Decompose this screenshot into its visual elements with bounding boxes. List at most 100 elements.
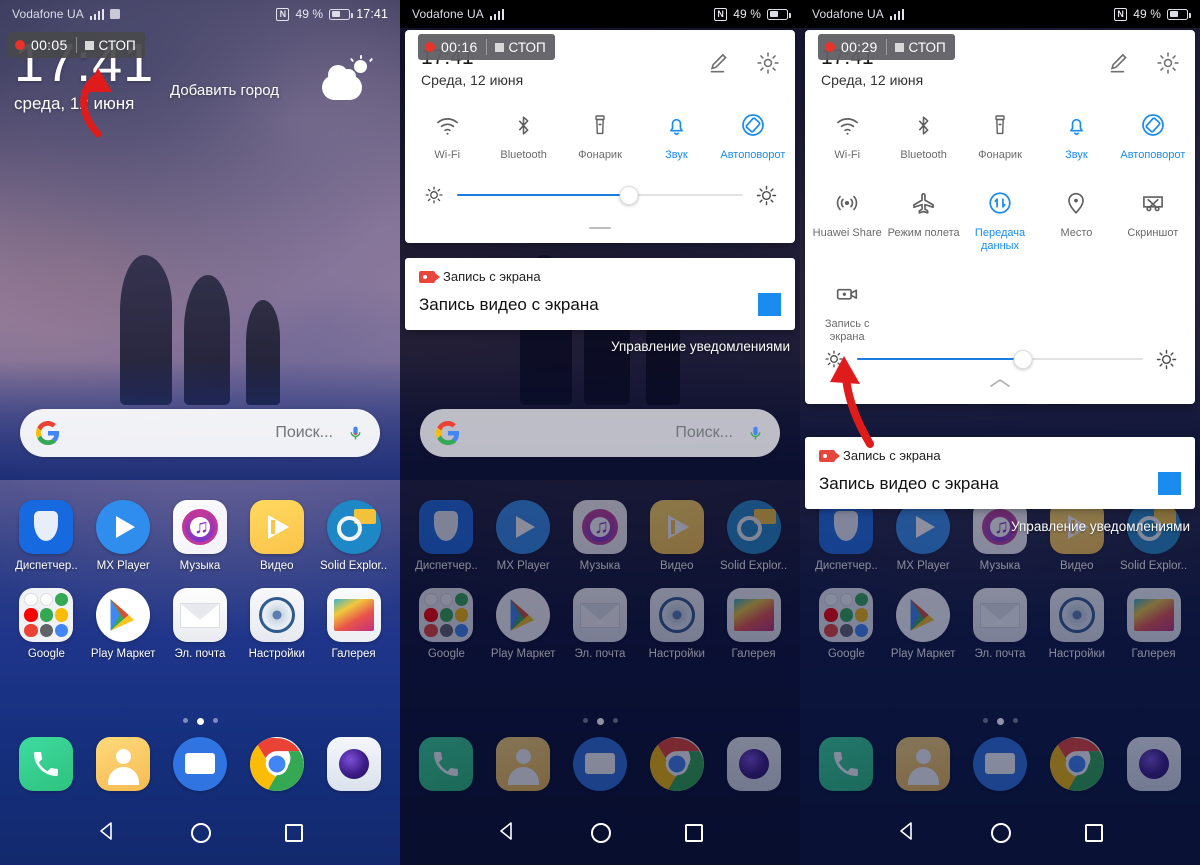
qs-tile-bluetooth[interactable]: Bluetooth: [485, 104, 561, 168]
app-item[interactable]: Видео: [243, 500, 311, 572]
pencil-edit-icon[interactable]: [705, 50, 731, 76]
app-item[interactable]: Google: [412, 588, 480, 660]
contacts-icon[interactable]: [896, 737, 951, 791]
qs-tile-location[interactable]: Место: [1038, 182, 1114, 259]
app-item[interactable]: Диспетчер..: [812, 500, 880, 572]
recents-square-icon[interactable]: [285, 824, 303, 842]
google-search-bar[interactable]: Поиск...: [420, 409, 780, 457]
home-circle-icon[interactable]: [591, 823, 611, 843]
phone-icon[interactable]: [419, 737, 474, 791]
app-item[interactable]: Диспетчер..: [12, 500, 80, 572]
app-label: Видео: [259, 560, 294, 572]
recording-badge[interactable]: 00:16 СТОП: [418, 34, 555, 60]
messages-icon[interactable]: [172, 737, 227, 791]
recording-badge[interactable]: 00:29 СТОП: [818, 34, 955, 60]
app-item[interactable]: Настройки: [643, 588, 711, 660]
app-item[interactable]: Галерея: [1120, 588, 1188, 660]
notification-title: Запись видео с экрана: [419, 294, 599, 314]
chrome-icon[interactable]: [249, 737, 304, 791]
stop-square-icon: [84, 40, 94, 50]
app-item[interactable]: Эл. почта: [166, 588, 234, 660]
panel-home: Vodafone UA 49 % 17:41 17:41 среда, 12 и…: [0, 0, 400, 865]
phone-icon[interactable]: [19, 737, 74, 791]
home-circle-icon[interactable]: [991, 823, 1011, 843]
app-item[interactable]: Видео: [1043, 500, 1111, 572]
camera-icon[interactable]: [326, 737, 381, 791]
app-item[interactable]: Настройки: [243, 588, 311, 660]
dock: [800, 737, 1200, 791]
app-item[interactable]: Google: [12, 588, 80, 660]
recents-square-icon[interactable]: [685, 824, 703, 842]
qs-tile-wifi[interactable]: Wi-Fi: [809, 104, 885, 168]
manage-notifications-link[interactable]: Управление уведомлениями: [611, 339, 790, 354]
recents-square-icon[interactable]: [1085, 824, 1103, 842]
app-item[interactable]: ♫ Музыка: [966, 500, 1034, 572]
phone-icon[interactable]: [819, 737, 874, 791]
recording-badge[interactable]: 00:05 СТОП: [8, 32, 145, 58]
app-item[interactable]: Диспетчер..: [412, 500, 480, 572]
microphone-icon[interactable]: [347, 421, 364, 445]
app-item[interactable]: MX Player: [489, 500, 557, 572]
app-item[interactable]: ♫ Музыка: [166, 500, 234, 572]
app-label: Настройки: [1048, 648, 1105, 660]
gear-icon[interactable]: [1155, 50, 1181, 76]
app-item[interactable]: Эл. почта: [566, 588, 634, 660]
qs-tile-wifi[interactable]: Wi-Fi: [409, 104, 485, 168]
brightness-slider[interactable]: [457, 185, 743, 205]
app-item[interactable]: Google: [812, 588, 880, 660]
back-triangle-icon[interactable]: [497, 821, 517, 846]
app-item[interactable]: Галерея: [320, 588, 388, 660]
app-item[interactable]: MX Player: [89, 500, 157, 572]
app-item[interactable]: Solid Explor..: [720, 500, 788, 572]
chrome-icon[interactable]: [1049, 737, 1104, 791]
app-item[interactable]: Видео: [643, 500, 711, 572]
camera-icon[interactable]: [1126, 737, 1181, 791]
qs-tile-airplane[interactable]: Режим полета: [885, 182, 961, 259]
qs-tile-sound[interactable]: Звук: [1038, 104, 1114, 168]
camera-icon[interactable]: [726, 737, 781, 791]
app-item[interactable]: Play Маркет: [889, 588, 957, 660]
app-item[interactable]: ♫ Музыка: [566, 500, 634, 572]
notification-card[interactable]: Запись с экрана Запись видео с экрана: [405, 258, 795, 330]
qs-tile-sound[interactable]: Звук: [638, 104, 714, 168]
brightness-slider[interactable]: [857, 349, 1143, 369]
app-item[interactable]: Solid Explor..: [320, 500, 388, 572]
app-item[interactable]: Play Маркет: [489, 588, 557, 660]
add-city-label[interactable]: Добавить город: [170, 82, 279, 99]
messages-icon[interactable]: [972, 737, 1027, 791]
gallery-icon: [1126, 588, 1181, 642]
contacts-icon[interactable]: [496, 737, 551, 791]
messages-icon[interactable]: [572, 737, 627, 791]
manage-notifications-link[interactable]: Управление уведомлениями: [1011, 519, 1190, 534]
app-item[interactable]: Галерея: [720, 588, 788, 660]
microphone-icon[interactable]: [747, 421, 764, 445]
collapse-panel-button[interactable]: [805, 374, 1195, 404]
qs-tile-screenshot[interactable]: Скриншот: [1115, 182, 1191, 259]
qs-tile-flashlight[interactable]: Фонарик: [962, 104, 1038, 168]
google-search-bar[interactable]: Поиск...: [20, 409, 380, 457]
stop-label: СТОП: [98, 37, 136, 53]
back-triangle-icon[interactable]: [897, 821, 917, 846]
gear-icon[interactable]: [755, 50, 781, 76]
qs-tile-bluetooth[interactable]: Bluetooth: [885, 104, 961, 168]
stop-square-button[interactable]: [758, 293, 781, 316]
back-triangle-icon[interactable]: [97, 821, 117, 846]
qs-tile-auto-rotate[interactable]: Автоповорот: [1115, 104, 1191, 168]
panel-drag-handle[interactable]: [405, 210, 795, 243]
pencil-edit-icon[interactable]: [1105, 50, 1131, 76]
qs-tile-flashlight[interactable]: Фонарик: [562, 104, 638, 168]
app-item[interactable]: Настройки: [1043, 588, 1111, 660]
qs-tile-screen-record[interactable]: Запись с экрана: [809, 273, 885, 350]
app-item[interactable]: Solid Explor..: [1120, 500, 1188, 572]
qs-tile-data-transfer[interactable]: Передача данных: [962, 182, 1038, 259]
contacts-icon[interactable]: [96, 737, 151, 791]
chrome-icon[interactable]: [649, 737, 704, 791]
home-circle-icon[interactable]: [191, 823, 211, 843]
app-item[interactable]: Play Маркет: [89, 588, 157, 660]
app-item[interactable]: MX Player: [889, 500, 957, 572]
app-item[interactable]: Эл. почта: [966, 588, 1034, 660]
stop-square-button[interactable]: [1158, 472, 1181, 495]
notification-card[interactable]: Запись с экрана Запись видео с экрана: [805, 437, 1195, 509]
qs-tile-auto-rotate[interactable]: Автоповорот: [715, 104, 791, 168]
qs-tile-huawei-share[interactable]: Huawei Share: [809, 182, 885, 259]
